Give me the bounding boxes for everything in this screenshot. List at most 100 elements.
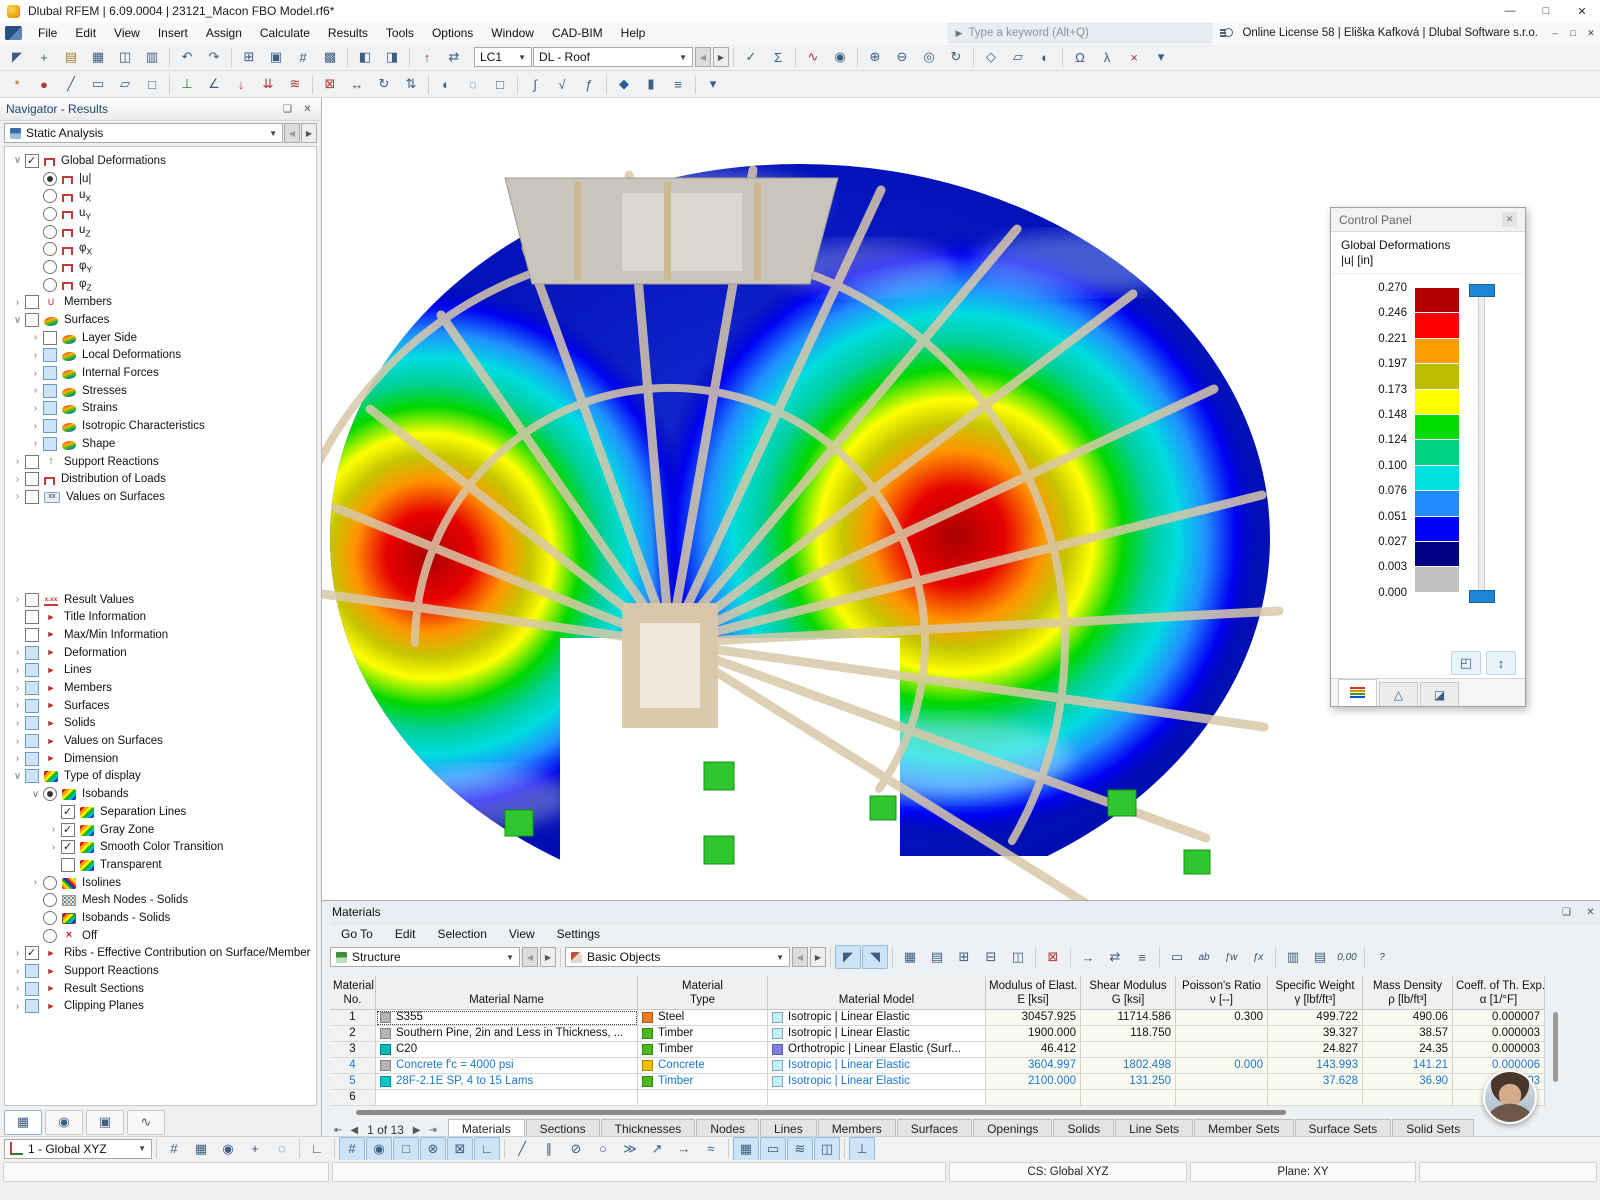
checkbox[interactable] (25, 699, 39, 713)
previous-analysis-button[interactable]: ◀ (284, 123, 300, 143)
menu-insert[interactable]: Insert (149, 22, 197, 44)
tree-item-global-deformations[interactable]: ∨Global Deformations (8, 152, 316, 170)
checkbox[interactable] (25, 964, 39, 978)
crosshair-icon[interactable]: + (242, 1137, 268, 1161)
section-library-icon[interactable]: ▮ (638, 72, 664, 96)
menu-tools[interactable]: Tools (377, 22, 423, 44)
checkbox[interactable] (25, 982, 39, 996)
radio-button[interactable] (43, 242, 57, 256)
material-row-4[interactable]: 4Concrete f'c = 4000 psiConcreteIsotropi… (330, 1058, 1546, 1074)
menu-assign[interactable]: Assign (197, 22, 251, 44)
scale-slider-max-handle[interactable] (1469, 284, 1495, 297)
snap-direction-icon[interactable]: → (671, 1137, 697, 1161)
material-row-1[interactable]: 1S355SteelIsotropic | Linear Elastic3045… (330, 1010, 1546, 1026)
analysis-type-combo[interactable]: Static Analysis ▼ (4, 123, 283, 143)
tree-item-isotropic-characteristics[interactable]: ›Isotropic Characteristics (8, 417, 316, 435)
next-load-case-button[interactable]: ▶ (713, 47, 729, 67)
row-grouping-icon[interactable]: ▤ (924, 945, 950, 969)
column-header-nu[interactable]: Poisson's Ratioν [--] (1176, 976, 1268, 1010)
expander-icon[interactable]: › (28, 421, 43, 432)
menu-window[interactable]: Window (482, 22, 543, 44)
checkbox[interactable] (61, 840, 75, 854)
tree-item-y[interactable]: φY (8, 258, 316, 276)
material-row-3[interactable]: 3C20TimberOrthotropic | Linear Elastic (… (330, 1042, 1546, 1058)
function-x-icon[interactable]: ƒx (1245, 945, 1271, 969)
column-header-no[interactable]: MaterialNo. (330, 976, 376, 1010)
tree-item-surfaces[interactable]: ›►Surfaces (8, 697, 316, 715)
snap-line-icon[interactable]: ╱ (509, 1137, 535, 1161)
materials-menu-view[interactable]: View (498, 927, 546, 941)
tree-item-transparent[interactable]: Transparent (8, 856, 316, 874)
tree-item-uz[interactable]: uZ (8, 223, 316, 241)
cell-name[interactable]: 28F-2.1E SP, 4 to 15 Lams (376, 1074, 638, 1090)
menu-results[interactable]: Results (319, 22, 377, 44)
new-member-icon[interactable]: ▭ (85, 72, 111, 96)
zoom-in-icon[interactable]: ⊕ (862, 45, 888, 69)
open-file-icon[interactable]: ▤ (58, 45, 84, 69)
expander-icon[interactable]: › (28, 403, 43, 414)
data-navigator-tab[interactable]: ▦ (4, 1110, 42, 1135)
maximize-button[interactable]: □ (1528, 0, 1564, 22)
radio-button[interactable] (43, 172, 57, 186)
expander-icon[interactable]: › (10, 665, 25, 676)
table-horizontal-scrollbar[interactable] (330, 1108, 1546, 1117)
expander-icon[interactable]: › (28, 385, 43, 396)
close-icon[interactable]: ✕ (1502, 212, 1517, 227)
control-panel-header[interactable]: Control Panel ✕ (1331, 208, 1525, 232)
load-case-combo[interactable]: DL - Roof ▼ (533, 47, 693, 67)
color-scale-tab[interactable] (1338, 679, 1377, 706)
expander-icon[interactable]: ∨ (10, 315, 25, 326)
checkbox[interactable] (25, 999, 39, 1013)
previous-table-icon[interactable]: ◀ (348, 1125, 360, 1136)
materials-menu-go-to[interactable]: Go To (330, 927, 384, 941)
menu-view[interactable]: View (105, 22, 149, 44)
views-navigator-tab[interactable]: ▣ (86, 1110, 124, 1135)
expander-icon[interactable]: › (28, 368, 43, 379)
cell-name[interactable]: Southern Pine, 2in and Less in Thickness… (376, 1026, 638, 1042)
expander-icon[interactable]: › (10, 647, 25, 658)
new-object-icon[interactable]: + (31, 45, 57, 69)
grid-toggle-icon[interactable]: # (290, 45, 316, 69)
parameter-list-icon[interactable]: ▥ (1280, 945, 1306, 969)
tree-item-u[interactable]: |u| (8, 170, 316, 188)
help-icon[interactable]: ? (1369, 945, 1395, 969)
expander-icon[interactable]: › (10, 683, 25, 694)
materials-menu-selection[interactable]: Selection (427, 927, 498, 941)
tree-item-stresses[interactable]: ›Stresses (8, 382, 316, 400)
split-view-icon[interactable]: ◫ (1005, 945, 1031, 969)
rotate-copy-icon[interactable]: ↻ (371, 72, 397, 96)
tree-item-members[interactable]: ›►Members (8, 679, 316, 697)
display-navigator-tab[interactable]: ◉ (45, 1110, 83, 1135)
tree-item-lines[interactable]: ›►Lines (8, 662, 316, 680)
radio-button[interactable] (43, 911, 57, 925)
column-header-e[interactable]: Modulus of Elast.E [ksi] (986, 976, 1081, 1010)
import-export-icon[interactable]: ⇄ (1102, 945, 1128, 969)
checkbox[interactable] (43, 419, 57, 433)
menu-help[interactable]: Help (612, 22, 655, 44)
export-table-icon[interactable]: → (1075, 945, 1101, 969)
checkbox[interactable] (25, 769, 39, 783)
radio-button[interactable] (43, 189, 57, 203)
assistant-avatar[interactable] (1483, 1070, 1537, 1124)
tree-item-local-deformations[interactable]: ›Local Deformations (8, 347, 316, 365)
materials-panel-header[interactable]: Materials ❏ ✕ (330, 901, 1600, 924)
show-results-icon[interactable]: ∿ (800, 45, 826, 69)
load-cases-icon[interactable]: Ω (1067, 45, 1093, 69)
select-pointer-icon[interactable]: ◤ (4, 45, 30, 69)
tree-item-ribs-effective-contribution-on-surface-member[interactable]: ›►Ribs - Effective Contribution on Surfa… (8, 945, 316, 963)
expander-icon[interactable]: › (28, 332, 43, 343)
table-insert-icon[interactable]: ⊞ (236, 45, 262, 69)
tree-item-smooth-color-transition[interactable]: ›Smooth Color Transition (8, 838, 316, 856)
previous-group-button[interactable]: ◀ (522, 947, 538, 967)
column-header-model[interactable]: Material Model (768, 976, 986, 1010)
rename-cell-icon[interactable]: ab (1191, 945, 1217, 969)
new-hinge-icon[interactable]: ∠ (201, 72, 227, 96)
material-library-icon[interactable]: ◆ (611, 72, 637, 96)
clear-table-icon[interactable]: ⊠ (1040, 945, 1066, 969)
tree-item-members[interactable]: ›∪Members (8, 294, 316, 312)
load-combo[interactable]: LC1 ▼ (474, 47, 532, 67)
sync-selection-icon[interactable]: ◥ (862, 945, 888, 969)
scale-slider-min-handle[interactable] (1469, 590, 1495, 603)
filter-tab[interactable]: ◪ (1420, 682, 1459, 706)
column-filter-icon[interactable]: ≡ (1129, 945, 1155, 969)
